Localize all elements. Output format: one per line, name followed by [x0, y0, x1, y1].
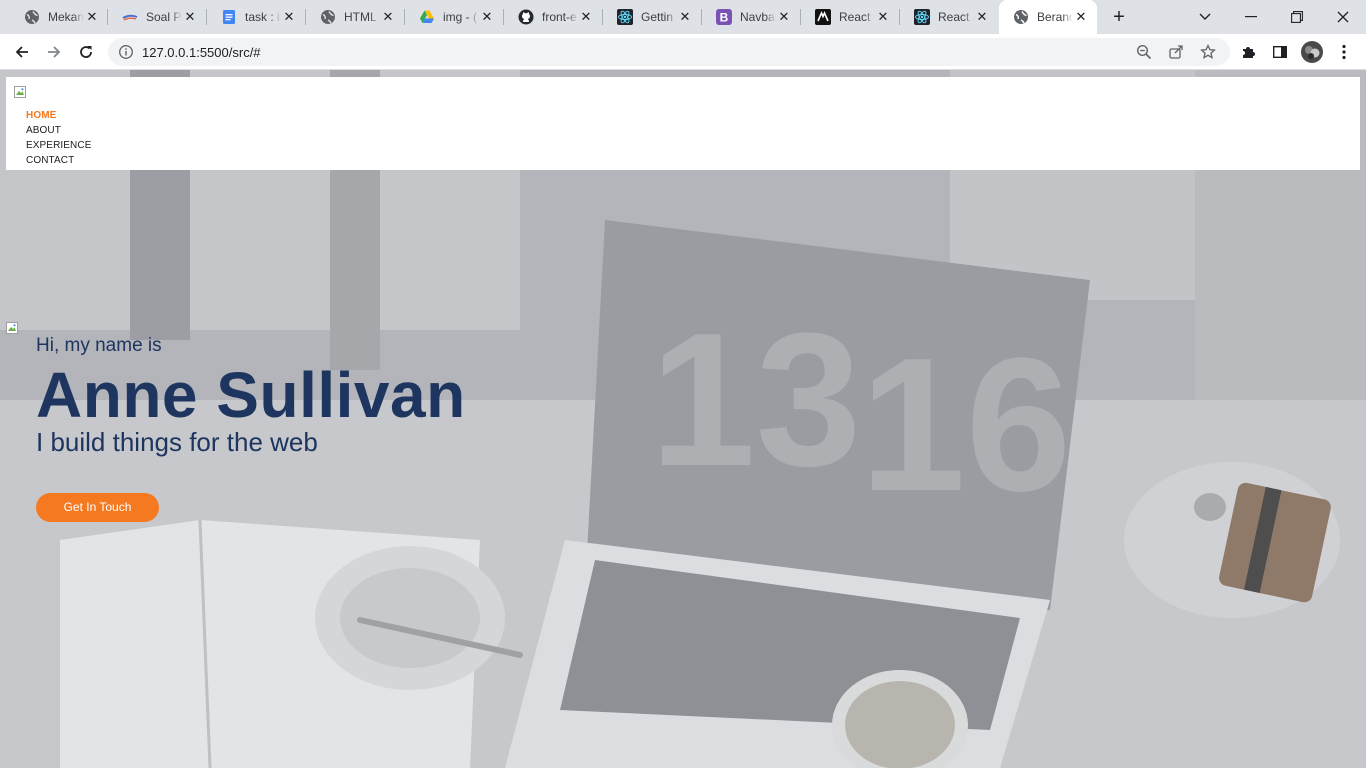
tab[interactable]: Gettin ✕	[603, 0, 701, 34]
nav-menu: HOME ABOUT EXPERIENCE CONTACT	[26, 108, 91, 168]
github-icon	[518, 9, 534, 25]
tab-title: Mekan	[48, 10, 84, 24]
side-panel-icon[interactable]	[1268, 40, 1292, 64]
close-icon[interactable]: ✕	[84, 9, 100, 25]
tab-title: React /	[938, 10, 974, 24]
hero-name: Anne Sullivan	[36, 359, 466, 431]
profile-avatar-icon[interactable]	[1300, 40, 1324, 64]
extensions-icon[interactable]	[1236, 40, 1260, 64]
tab-title: Navba	[740, 10, 775, 24]
info-icon[interactable]	[118, 44, 134, 60]
close-icon[interactable]: ✕	[776, 9, 792, 25]
new-tab-button[interactable]: +	[1108, 6, 1130, 28]
close-icon[interactable]: ✕	[380, 9, 396, 25]
soal-favicon-icon	[122, 9, 138, 25]
tab[interactable]: img - ( ✕	[405, 0, 503, 34]
nav-item-about[interactable]: ABOUT	[26, 123, 91, 138]
nav-item-experience[interactable]: EXPERIENCE	[26, 138, 91, 153]
bookmark-star-icon[interactable]	[1200, 44, 1216, 60]
tab[interactable]: B Navba ✕	[702, 0, 800, 34]
address-bar[interactable]: 127.0.0.1:5500/src/#	[108, 38, 1230, 66]
google-docs-icon	[221, 9, 237, 25]
url-text: 127.0.0.1:5500/src/#	[142, 45, 261, 60]
back-arrow-icon[interactable]	[10, 40, 34, 64]
zoom-out-icon[interactable]	[1136, 44, 1152, 60]
tab[interactable]: Mekan ✕	[10, 0, 108, 34]
tab[interactable]: task : i ✕	[207, 0, 305, 34]
tab-title: Soal P	[146, 10, 182, 24]
tab-title: Gettin	[641, 10, 674, 24]
hero-intro: Hi, my name is Anne Sullivan I build thi…	[36, 335, 466, 458]
forward-arrow-icon[interactable]	[42, 40, 66, 64]
close-icon[interactable]: ✕	[281, 9, 297, 25]
globe-icon	[1013, 9, 1029, 25]
close-icon[interactable]: ✕	[974, 9, 990, 25]
tab-title: task : i	[245, 10, 280, 24]
broken-hero-image-icon	[6, 321, 18, 334]
tab[interactable]: Soal P ✕	[108, 0, 206, 34]
close-icon[interactable]: ✕	[677, 9, 693, 25]
close-icon[interactable]: ✕	[875, 9, 891, 25]
tab[interactable]: React / ✕	[900, 0, 998, 34]
tab-strip: Mekan ✕ Soal P ✕ task : i ✕ HTML ✕ img -…	[0, 0, 1366, 34]
hero-greeting: Hi, my name is	[36, 335, 162, 356]
svg-text:13: 13	[650, 294, 861, 506]
globe-icon	[24, 9, 40, 25]
share-icon[interactable]	[1168, 44, 1184, 60]
menu-kebab-icon[interactable]	[1332, 40, 1356, 64]
page-viewport: 13 16 HOME ABOUT EXPERIENCE CONTACT Hi, …	[0, 70, 1366, 768]
browser-toolbar: 127.0.0.1:5500/src/#	[0, 34, 1366, 70]
tab-title: HTML	[344, 10, 377, 24]
globe-icon	[320, 9, 336, 25]
close-window-icon[interactable]	[1320, 0, 1366, 34]
svg-text:16: 16	[860, 319, 1071, 531]
react-icon	[617, 9, 633, 25]
reload-icon[interactable]	[74, 40, 98, 64]
tab-title: React	[839, 10, 871, 24]
restore-icon[interactable]	[1274, 0, 1320, 34]
close-icon[interactable]: ✕	[479, 9, 495, 25]
bootstrap-icon: B	[716, 9, 732, 25]
minimize-icon[interactable]	[1228, 0, 1274, 34]
get-in-touch-button[interactable]: Get In Touch	[36, 493, 159, 522]
tab-title: Berand	[1037, 10, 1073, 24]
svg-text:B: B	[720, 11, 729, 25]
tab[interactable]: React ✕	[801, 0, 899, 34]
tab-title: front-e	[542, 10, 577, 24]
google-drive-icon	[419, 9, 435, 25]
react-router-icon	[815, 9, 831, 25]
nav-item-contact[interactable]: CONTACT	[26, 153, 91, 168]
close-icon[interactable]: ✕	[1073, 9, 1089, 25]
nav-item-home[interactable]: HOME	[26, 108, 91, 123]
broken-logo-image-icon	[14, 85, 26, 98]
close-icon[interactable]: ✕	[182, 9, 198, 25]
tab-title: img - (	[443, 10, 477, 24]
tab-active[interactable]: Berand ✕	[999, 0, 1097, 34]
tab[interactable]: HTML ✕	[306, 0, 404, 34]
hero-tagline: I build things for the web	[36, 427, 318, 457]
close-icon[interactable]: ✕	[578, 9, 594, 25]
tab[interactable]: front-e ✕	[504, 0, 602, 34]
react-icon	[914, 9, 930, 25]
tab-search-icon[interactable]	[1182, 0, 1228, 34]
site-navbar: HOME ABOUT EXPERIENCE CONTACT	[6, 77, 1360, 170]
